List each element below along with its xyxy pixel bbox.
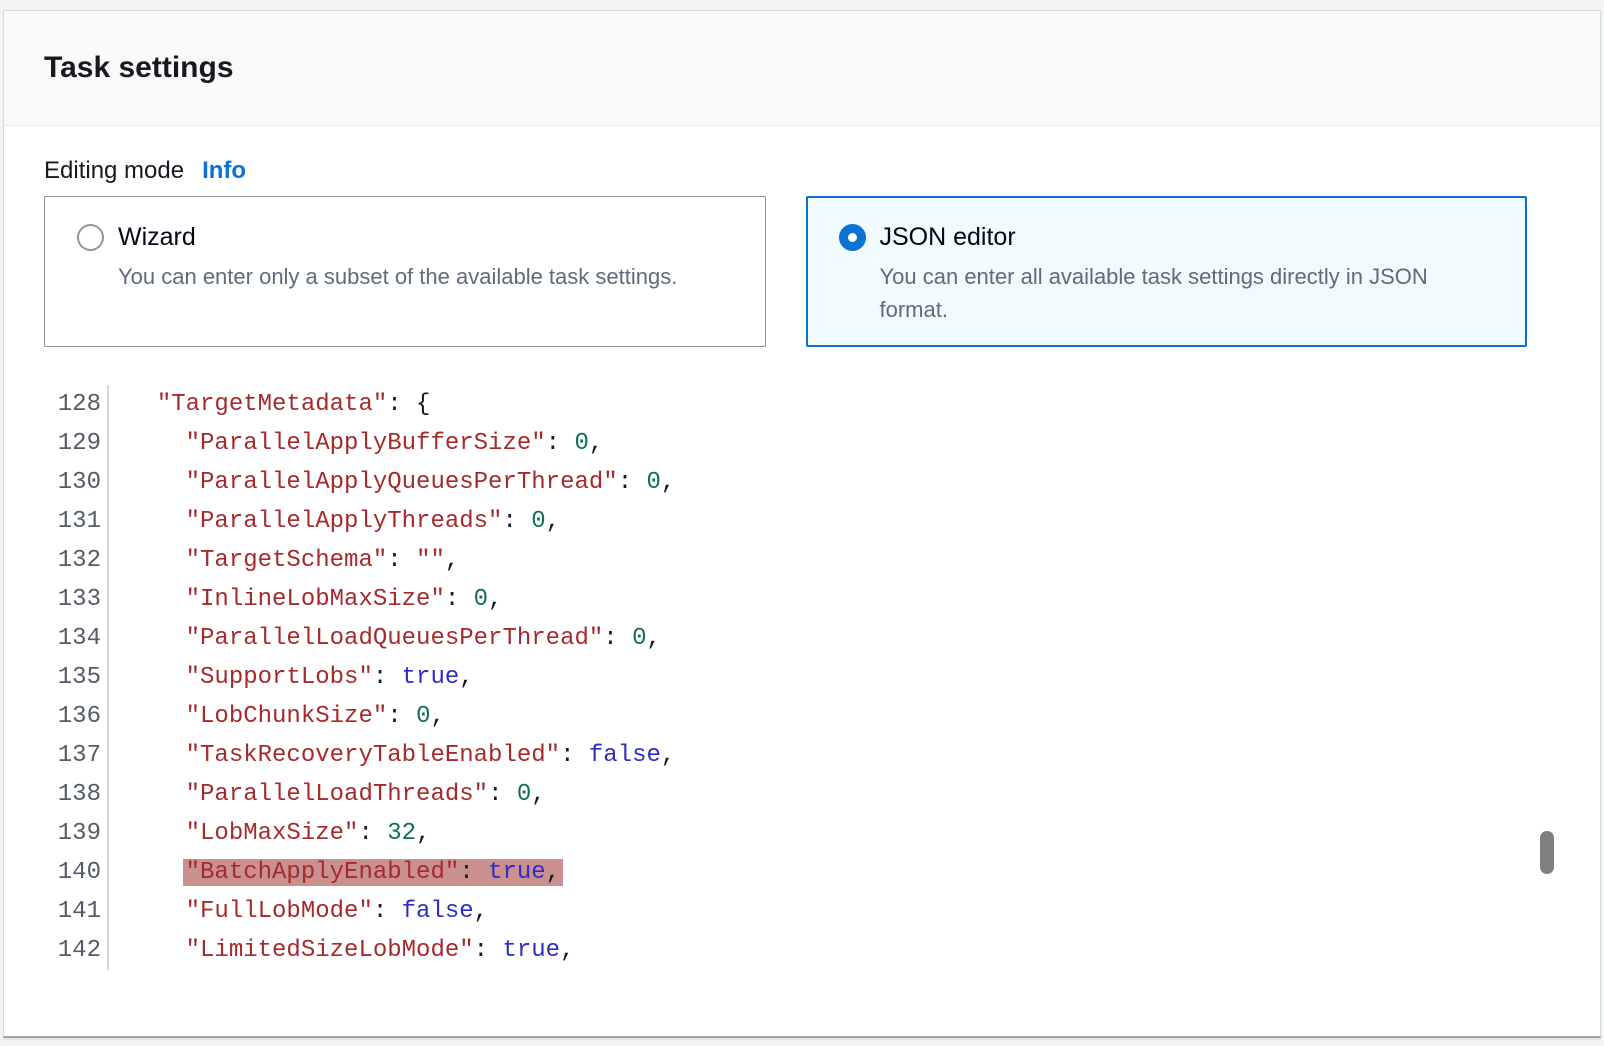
panel-header: Task settings — [4, 11, 1600, 126]
tile-wizard[interactable]: Wizard You can enter only a subset of th… — [44, 196, 766, 347]
line-number: 131 — [44, 502, 109, 541]
line-number: 133 — [44, 580, 109, 619]
radio-unselected-icon[interactable] — [77, 224, 104, 251]
code-line[interactable]: 142 "LimitedSizeLobMode": true, — [44, 931, 1560, 970]
code-line[interactable]: 135 "SupportLobs": true, — [44, 658, 1560, 697]
editing-mode-label: Editing mode — [44, 157, 184, 185]
radio-selected-icon[interactable] — [839, 224, 866, 251]
code-line[interactable]: 140 "BatchApplyEnabled": true, — [44, 853, 1560, 892]
code-text: "LobChunkSize": 0, — [109, 697, 445, 736]
page-title: Task settings — [44, 51, 234, 85]
code-line[interactable]: 128 "TargetMetadata": { — [44, 385, 1560, 424]
code-line[interactable]: 132 "TargetSchema": "", — [44, 541, 1560, 580]
editor-scrollbar-thumb[interactable] — [1540, 831, 1554, 874]
code-line[interactable]: 139 "LobMaxSize": 32, — [44, 814, 1560, 853]
code-line[interactable]: 130 "ParallelApplyQueuesPerThread": 0, — [44, 463, 1560, 502]
line-number: 134 — [44, 619, 109, 658]
code-text: "LimitedSizeLobMode": true, — [109, 931, 574, 970]
code-text: "BatchApplyEnabled": true, — [109, 853, 560, 892]
code-text: "ParallelLoadThreads": 0, — [109, 775, 546, 814]
json-code-editor[interactable]: 128 "TargetMetadata": {129 "ParallelAppl… — [44, 385, 1560, 970]
task-settings-panel: Task settings Editing mode Info Wizard Y… — [3, 10, 1601, 1038]
line-number: 139 — [44, 814, 109, 853]
code-line[interactable]: 134 "ParallelLoadQueuesPerThread": 0, — [44, 619, 1560, 658]
tile-wizard-description: You can enter only a subset of the avail… — [118, 260, 677, 293]
line-number: 142 — [44, 931, 109, 970]
code-text: "SupportLobs": true, — [109, 658, 474, 697]
tile-json-editor[interactable]: JSON editor You can enter all available … — [806, 196, 1528, 347]
code-text: "FullLobMode": false, — [109, 892, 488, 931]
line-number: 137 — [44, 736, 109, 775]
code-text: "ParallelApplyThreads": 0, — [109, 502, 560, 541]
line-number: 136 — [44, 697, 109, 736]
code-text: "LobMaxSize": 32, — [109, 814, 430, 853]
code-line[interactable]: 131 "ParallelApplyThreads": 0, — [44, 502, 1560, 541]
tile-wizard-label: Wizard — [118, 222, 677, 253]
code-text: "ParallelApplyBufferSize": 0, — [109, 424, 603, 463]
code-text: "InlineLobMaxSize": 0, — [109, 580, 502, 619]
editing-mode-row: Editing mode Info — [44, 157, 1560, 185]
code-text: "TaskRecoveryTableEnabled": false, — [109, 736, 675, 775]
code-lines: 128 "TargetMetadata": {129 "ParallelAppl… — [44, 385, 1560, 970]
info-link[interactable]: Info — [202, 157, 246, 185]
code-line[interactable]: 138 "ParallelLoadThreads": 0, — [44, 775, 1560, 814]
editing-mode-tiles: Wizard You can enter only a subset of th… — [44, 196, 1527, 347]
code-line[interactable]: 137 "TaskRecoveryTableEnabled": false, — [44, 736, 1560, 775]
line-number: 135 — [44, 658, 109, 697]
highlighted-code: "BatchApplyEnabled": true, — [186, 859, 560, 886]
tile-json-editor-label: JSON editor — [880, 222, 1503, 253]
line-number: 132 — [44, 541, 109, 580]
line-number: 138 — [44, 775, 109, 814]
line-number: 141 — [44, 892, 109, 931]
line-number: 140 — [44, 853, 109, 892]
code-line[interactable]: 129 "ParallelApplyBufferSize": 0, — [44, 424, 1560, 463]
line-number: 130 — [44, 463, 109, 502]
line-number: 129 — [44, 424, 109, 463]
code-text: "TargetMetadata": { — [109, 385, 430, 424]
code-line[interactable]: 133 "InlineLobMaxSize": 0, — [44, 580, 1560, 619]
code-line[interactable]: 136 "LobChunkSize": 0, — [44, 697, 1560, 736]
code-text: "TargetSchema": "", — [109, 541, 459, 580]
code-line[interactable]: 141 "FullLobMode": false, — [44, 892, 1560, 931]
code-text: "ParallelLoadQueuesPerThread": 0, — [109, 619, 661, 658]
code-text: "ParallelApplyQueuesPerThread": 0, — [109, 463, 675, 502]
line-number: 128 — [44, 385, 109, 424]
tile-json-editor-description: You can enter all available task setting… — [880, 260, 1503, 326]
